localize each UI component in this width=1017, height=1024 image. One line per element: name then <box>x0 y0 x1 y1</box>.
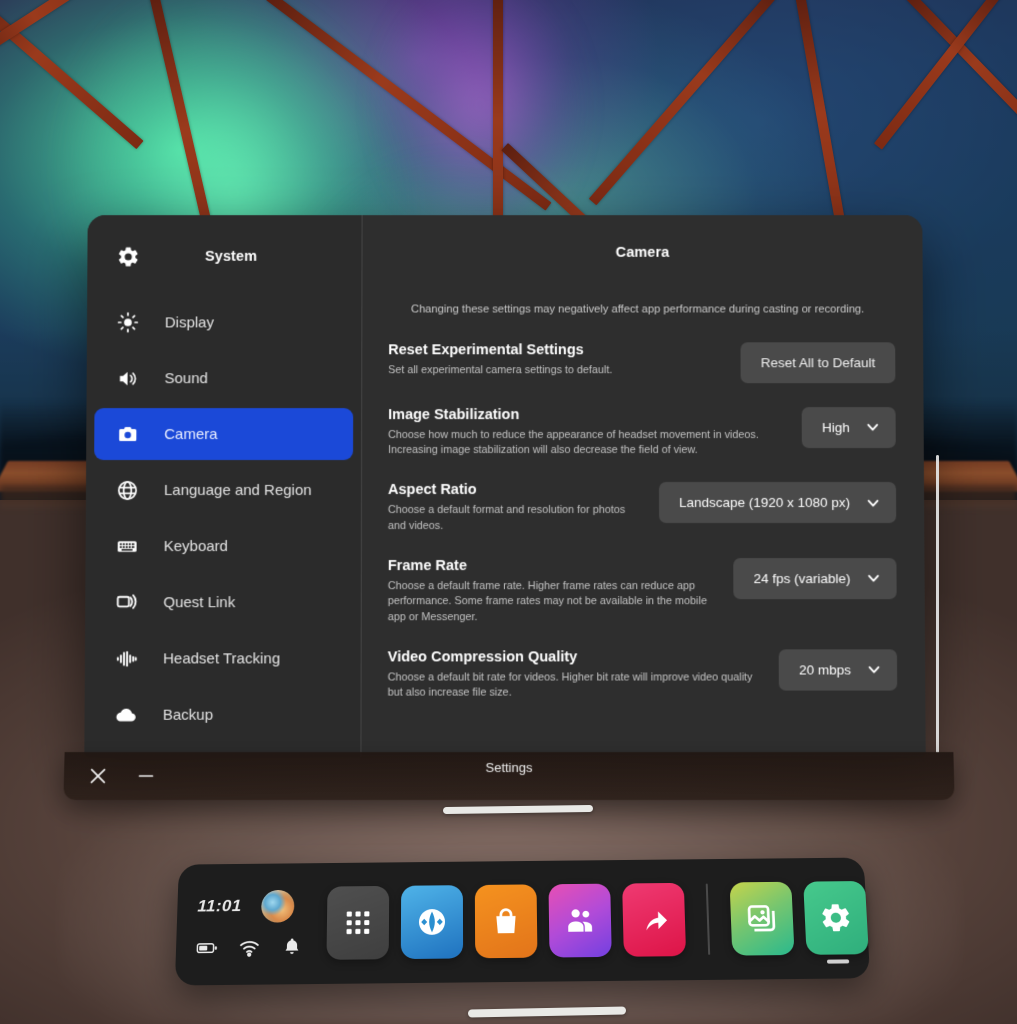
settings-gear-icon[interactable] <box>803 880 869 964</box>
frame-rate-dropdown[interactable]: 24 fps (variable) <box>733 558 897 600</box>
window-chrome-bar: Settings <box>63 752 955 800</box>
setting-info: Image Stabilization Choose how much to r… <box>388 407 784 459</box>
setting-description: Choose a default bit rate for videos. Hi… <box>387 671 753 699</box>
setting-title: Video Compression Quality <box>387 649 578 666</box>
dock-app-icons <box>326 858 870 984</box>
chevron-down-icon <box>867 663 881 677</box>
waveform-icon <box>111 643 141 673</box>
setting-row-frame-rate: Frame Rate Choose a default frame rate. … <box>378 534 899 625</box>
setting-title: Aspect Ratio <box>387 482 477 499</box>
system-dock: 11:01 <box>174 857 871 986</box>
speaker-icon <box>113 363 143 393</box>
cast-icon <box>111 587 141 617</box>
setting-title: Image Stabilization <box>388 406 520 423</box>
app-running-indicator <box>826 959 850 964</box>
setting-row-video-compression-quality: Video Compression Quality Choose a defau… <box>378 625 900 701</box>
gallery-photos-icon[interactable] <box>729 881 795 956</box>
sidebar-item-label: Display <box>164 313 214 331</box>
content-scroll-area[interactable]: . Changing these settings may negatively… <box>361 263 925 757</box>
dock-status-area: 11:01 <box>175 863 328 985</box>
page-title: Camera <box>615 244 670 261</box>
dropdown-value: Landscape (1920 x 1080 px) <box>678 495 851 511</box>
sidebar-item-label: Headset Tracking <box>163 649 281 667</box>
chevron-down-icon <box>866 420 880 434</box>
setting-row-aspect-ratio: Aspect Ratio Choose a default format and… <box>378 458 898 534</box>
explore-icon[interactable] <box>400 885 464 960</box>
cloud-icon <box>111 700 141 730</box>
sidebar-item-label: Sound <box>164 369 208 387</box>
performance-note: Changing these settings may negatively a… <box>411 303 865 316</box>
settings-sidebar: System Display Sound Camera Language and… <box>84 215 362 758</box>
minimize-icon[interactable] <box>134 764 159 788</box>
clipped-text: . <box>382 263 896 266</box>
sidebar-header: System <box>87 221 361 292</box>
vr-screen: System Display Sound Camera Language and… <box>0 0 1017 1024</box>
people-icon[interactable] <box>548 883 612 958</box>
globe-icon <box>112 475 142 505</box>
setting-title: Reset Experimental Settings <box>388 342 584 358</box>
clipped-text-fragment: . <box>378 263 896 289</box>
store-bag-icon[interactable] <box>474 884 538 959</box>
sidebar-item-keyboard[interactable]: Keyboard <box>93 520 352 572</box>
clock: 11:01 <box>197 896 242 916</box>
sidebar-item-quest-link[interactable]: Quest Link <box>93 576 353 628</box>
chevron-down-icon <box>866 496 880 510</box>
keyboard-icon <box>112 531 142 561</box>
close-icon[interactable] <box>86 764 111 788</box>
sidebar-item-label: Camera <box>164 425 218 443</box>
setting-description: Choose a default format and resolution f… <box>387 504 626 532</box>
dock-separator <box>705 883 711 955</box>
setting-info: Reset Experimental Settings Set all expe… <box>388 342 723 378</box>
sidebar-item-label: Language and Region <box>163 481 312 499</box>
sidebar-item-language-and-region[interactable]: Language and Region <box>94 464 353 516</box>
image-stabilization-dropdown[interactable]: High <box>801 406 896 448</box>
share-arrow-icon[interactable] <box>622 882 687 957</box>
sidebar-item-display[interactable]: Display <box>95 297 354 349</box>
dropdown-value: 20 mbps <box>798 662 851 678</box>
sidebar-item-camera[interactable]: Camera <box>94 408 354 461</box>
brightness-icon <box>113 308 143 338</box>
chevron-down-icon <box>866 572 880 586</box>
settings-content: Camera . Changing these settings may neg… <box>361 215 926 758</box>
avatar[interactable] <box>261 889 295 923</box>
sidebar-header-label: System <box>204 248 258 265</box>
setting-info: Video Compression Quality Choose a defau… <box>388 649 761 701</box>
sidebar-item-backup[interactable]: Backup <box>92 689 352 741</box>
setting-row-image-stabilization: Image Stabilization Choose how much to r… <box>378 383 898 458</box>
video-compression-quality-dropdown[interactable]: 20 mbps <box>778 649 898 691</box>
setting-description: Set all experimental camera settings to … <box>388 363 613 376</box>
settings-window: System Display Sound Camera Language and… <box>84 215 926 758</box>
dock-status-top: 11:01 <box>197 889 328 923</box>
sidebar-item-label: Backup <box>162 706 214 724</box>
sidebar-item-label: Keyboard <box>163 537 229 555</box>
dock-status-bottom <box>196 935 327 958</box>
setting-row-reset-experimental-settings: Reset Experimental Settings Set all expe… <box>378 318 897 383</box>
dropdown-value: 24 fps (variable) <box>753 571 851 587</box>
setting-info: Aspect Ratio Choose a default format and… <box>388 482 641 534</box>
battery-icon[interactable] <box>196 937 219 959</box>
aspect-ratio-dropdown[interactable]: Landscape (1920 x 1080 px) <box>658 482 897 524</box>
setting-description: Choose a default frame rate. Higher fram… <box>387 580 708 623</box>
setting-title: Frame Rate <box>387 558 467 575</box>
dropdown-value: High <box>821 419 850 435</box>
notifications-bell-icon[interactable] <box>280 936 302 958</box>
camera-icon <box>112 419 142 449</box>
setting-description: Choose how much to reduce the appearance… <box>388 428 759 457</box>
sidebar-item-headset-tracking[interactable]: Headset Tracking <box>93 632 353 684</box>
reset-all-to-default-button[interactable]: Reset All to Default <box>740 342 896 383</box>
sidebar-item-sound[interactable]: Sound <box>94 352 353 404</box>
wifi-icon[interactable] <box>238 936 261 958</box>
content-scrollbar[interactable] <box>936 455 939 753</box>
app-library-grid-icon[interactable] <box>326 885 390 960</box>
sidebar-item-label: Quest Link <box>163 593 236 611</box>
gear-icon <box>113 242 143 272</box>
window-title: Settings <box>485 760 533 776</box>
setting-info: Frame Rate Choose a default frame rate. … <box>388 558 716 625</box>
